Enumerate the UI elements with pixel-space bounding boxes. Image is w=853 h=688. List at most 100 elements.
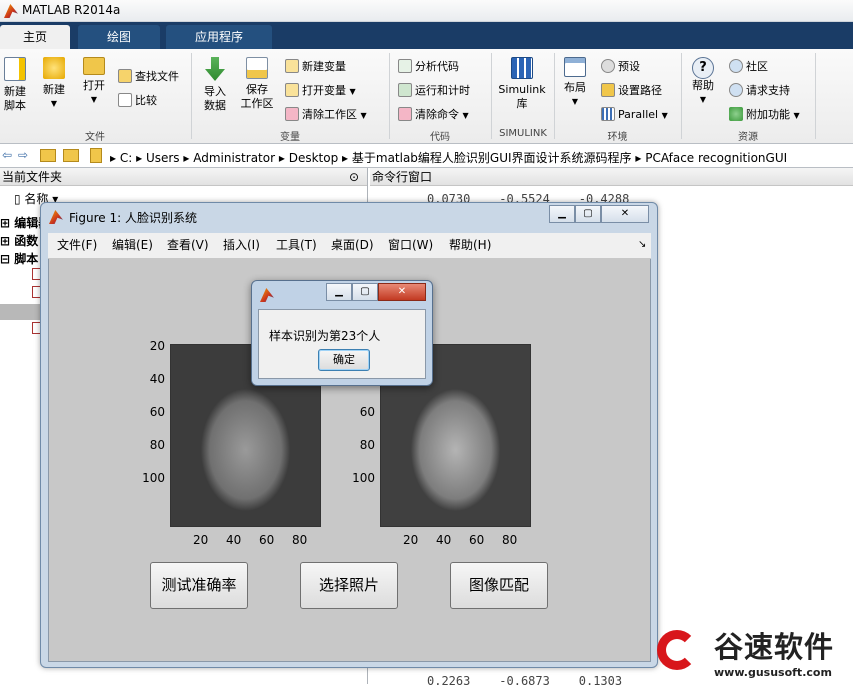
- breadcrumb-item[interactable]: Users: [146, 151, 180, 165]
- test-accuracy-button[interactable]: 测试准确率: [150, 562, 248, 609]
- import-arrow-icon: [205, 57, 225, 81]
- compare-icon: [118, 93, 132, 107]
- folder-icon: [90, 148, 102, 163]
- matlab-logo-icon: [49, 210, 63, 224]
- minimize-button[interactable]: ▁: [549, 205, 575, 223]
- section-label-file: 文件: [85, 132, 105, 143]
- menu-desktop[interactable]: 桌面(D): [331, 233, 374, 257]
- compare-button[interactable]: 比较: [118, 93, 157, 108]
- layout-button[interactable]: 布局 ▼: [560, 57, 590, 109]
- figure-menubar: 文件(F) 编辑(E) 查看(V) 插入(I) 工具(T) 桌面(D) 窗口(W…: [48, 233, 651, 259]
- tab-home[interactable]: 主页: [0, 25, 70, 49]
- new-variable-button[interactable]: 新建变量: [285, 59, 346, 74]
- simulink-library-button[interactable]: Simulink 库: [496, 57, 548, 111]
- menu-file[interactable]: 文件(F): [57, 233, 97, 257]
- new-script-button[interactable]: 新建 脚本: [0, 57, 30, 113]
- breadcrumb-item[interactable]: Administrator: [193, 151, 275, 165]
- selected-file-row[interactable]: [0, 304, 42, 320]
- section-label-variable: 变量: [280, 132, 300, 143]
- breadcrumb-item[interactable]: Desktop: [289, 151, 339, 165]
- layout-icon: [564, 57, 586, 77]
- menu-edit[interactable]: 编辑(E): [112, 233, 153, 257]
- ok-button[interactable]: 确定: [318, 349, 370, 371]
- window-title-bar: MATLAB R2014a: [0, 0, 853, 22]
- close-button[interactable]: ✕: [601, 205, 649, 223]
- watermark-brand: 谷速软件: [714, 630, 835, 664]
- community-icon: [729, 59, 743, 73]
- save-workspace-button[interactable]: 保存 工作区: [238, 57, 276, 111]
- x-tick: 20: [403, 533, 419, 547]
- menu-view[interactable]: 查看(V): [167, 233, 209, 257]
- import-data-button[interactable]: 导入 数据: [199, 57, 231, 113]
- chevron-down-icon: ▼: [360, 111, 367, 120]
- ribbon-tab-strip: 主页 绘图 应用程序: [0, 22, 853, 49]
- analyze-code-button[interactable]: 分析代码: [398, 59, 459, 74]
- breadcrumb-item[interactable]: PCAface recognitionGUI: [645, 151, 787, 165]
- support-icon: [729, 83, 743, 97]
- x-tick: 40: [226, 533, 242, 547]
- clear-commands-icon: [398, 107, 412, 121]
- dialog-maximize-button[interactable]: ▢: [352, 283, 378, 301]
- community-button[interactable]: 社区: [729, 59, 768, 74]
- menu-insert[interactable]: 插入(I): [223, 233, 260, 257]
- dialog-close-button[interactable]: ✕: [378, 283, 426, 301]
- clear-workspace-button[interactable]: 清除工作区 ▼: [285, 107, 367, 123]
- chevron-down-icon: ▼: [50, 99, 58, 108]
- y-tick: 80: [149, 438, 165, 452]
- clear-commands-button[interactable]: 清除命令 ▼: [398, 107, 469, 123]
- folder-icon: [83, 57, 105, 75]
- find-files-button[interactable]: 查找文件: [118, 69, 179, 84]
- forward-arrow-icon[interactable]: ⇨: [18, 148, 28, 162]
- menu-help[interactable]: 帮助(H): [449, 233, 491, 257]
- menu-tools[interactable]: 工具(T): [276, 233, 317, 257]
- y-tick: 60: [149, 405, 165, 419]
- y-tick: 80: [359, 438, 375, 452]
- back-arrow-icon[interactable]: ⇦: [2, 148, 12, 162]
- ribbon-toolbar: 新建 脚本 新建 ▼ 打开 ▼ 查找文件 比较 文件 导入 数据 保存 工作区 …: [0, 49, 853, 144]
- new-button[interactable]: 新建 ▼: [38, 57, 70, 111]
- add-ons-button[interactable]: 附加功能 ▼: [729, 107, 800, 123]
- help-button[interactable]: ? 帮助 ▼: [688, 57, 718, 107]
- maximize-button[interactable]: ▢: [575, 205, 601, 223]
- preferences-button[interactable]: 预设: [601, 59, 640, 74]
- open-variable-button[interactable]: 打开变量 ▼: [285, 83, 356, 99]
- figure-title: Figure 1: 人脸识别系统: [69, 211, 197, 225]
- ribbon-divider: [681, 53, 682, 139]
- parallel-icon: [601, 107, 615, 121]
- address-bar: ⇦ ⇨ ▸ C: ▸ Users ▸ Administrator ▸ Deskt…: [0, 144, 853, 168]
- parallel-button[interactable]: Parallel ▼: [601, 107, 668, 123]
- y-tick: 60: [359, 405, 375, 419]
- breadcrumb-item[interactable]: C:: [120, 151, 132, 165]
- image-match-button[interactable]: 图像匹配: [450, 562, 548, 609]
- open-button[interactable]: 打开 ▼: [78, 57, 110, 107]
- up-folder-icon[interactable]: [40, 149, 56, 162]
- run-and-time-button[interactable]: 运行和计时: [398, 83, 470, 98]
- dialog-message: 样本识别为第23个人: [269, 329, 381, 343]
- x-tick: 20: [193, 533, 209, 547]
- set-path-button[interactable]: 设置路径: [601, 83, 662, 98]
- dialog-minimize-button[interactable]: ▁: [326, 283, 352, 301]
- dock-arrow-icon[interactable]: ↘: [638, 233, 646, 257]
- clear-workspace-icon: [285, 107, 299, 121]
- chevron-down-icon: ▼: [661, 111, 668, 120]
- y-tick: 100: [352, 471, 375, 485]
- command-window-header: 命令行窗口: [370, 168, 853, 186]
- tab-plots[interactable]: 绘图: [78, 25, 160, 49]
- section-label-environment: 环境: [607, 132, 628, 143]
- menu-window[interactable]: 窗口(W): [388, 233, 433, 257]
- panel-menu-icon[interactable]: ⊙: [349, 168, 359, 186]
- select-photo-button[interactable]: 选择照片: [300, 562, 398, 609]
- analyze-code-icon: [398, 59, 412, 73]
- new-script-icon: [4, 57, 26, 81]
- request-support-button[interactable]: 请求支持: [729, 83, 790, 98]
- browse-folder-icon[interactable]: [63, 149, 79, 162]
- breadcrumb-item[interactable]: 基于matlab编程人脸识别GUI界面设计系统源码程序: [352, 151, 632, 165]
- y-tick: 100: [142, 471, 165, 485]
- ribbon-divider: [389, 53, 390, 139]
- x-tick: 80: [502, 533, 518, 547]
- x-tick: 60: [469, 533, 485, 547]
- tab-apps[interactable]: 应用程序: [166, 25, 272, 49]
- section-label-code: 代码: [430, 132, 450, 143]
- matlab-logo-icon: [260, 288, 274, 302]
- output-row: 0.2263 -0.6873 0.1303: [427, 674, 623, 688]
